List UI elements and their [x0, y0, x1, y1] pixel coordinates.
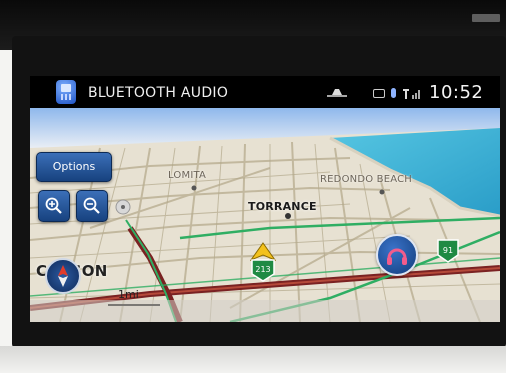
bezel-bottom	[0, 346, 506, 373]
route-91-shield: 91	[437, 239, 459, 263]
label-lomita: LOMITA	[168, 170, 207, 181]
battery-icon	[373, 89, 385, 98]
navigation-map[interactable]: LOMITA REDONDO BEACH TORRANCE CARSON Opt…	[30, 108, 500, 322]
label-torrance: TORRANCE	[248, 200, 317, 213]
zoom-in-icon	[45, 197, 62, 214]
bezel-vent	[472, 14, 500, 22]
route-213-label: 213	[255, 265, 270, 274]
infotainment-screen: BLUETOOTH AUDIO 10:52 LOMITA REDONDO BEA…	[30, 76, 500, 322]
clock: 10:52	[429, 82, 484, 103]
torrance-poi	[285, 213, 291, 219]
bluetooth-icon	[391, 88, 396, 98]
audio-poi-button[interactable]	[376, 234, 418, 276]
map-pin-icon	[115, 199, 131, 215]
zoom-in-button[interactable]	[38, 190, 70, 222]
options-button[interactable]: Options	[36, 152, 112, 182]
compass-button[interactable]	[45, 258, 81, 294]
signal-icon	[403, 89, 420, 99]
headphones-icon	[387, 248, 407, 265]
phone-icon[interactable]	[56, 80, 76, 104]
route-213-shield: 213	[251, 259, 275, 282]
label-redondo-beach: REDONDO BEACH	[320, 174, 413, 185]
lomita-poi	[191, 185, 197, 191]
zoom-out-button[interactable]	[76, 190, 108, 222]
audio-source-label[interactable]: BLUETOOTH AUDIO	[88, 85, 228, 101]
status-bar: BLUETOOTH AUDIO 10:52	[30, 76, 500, 108]
zoom-out-icon	[83, 197, 100, 214]
route-91-label: 91	[443, 246, 453, 255]
redondo-poi	[379, 189, 385, 195]
map-bottom-overlay	[30, 300, 500, 322]
compass-icon	[58, 265, 68, 287]
road-icon	[327, 89, 347, 97]
